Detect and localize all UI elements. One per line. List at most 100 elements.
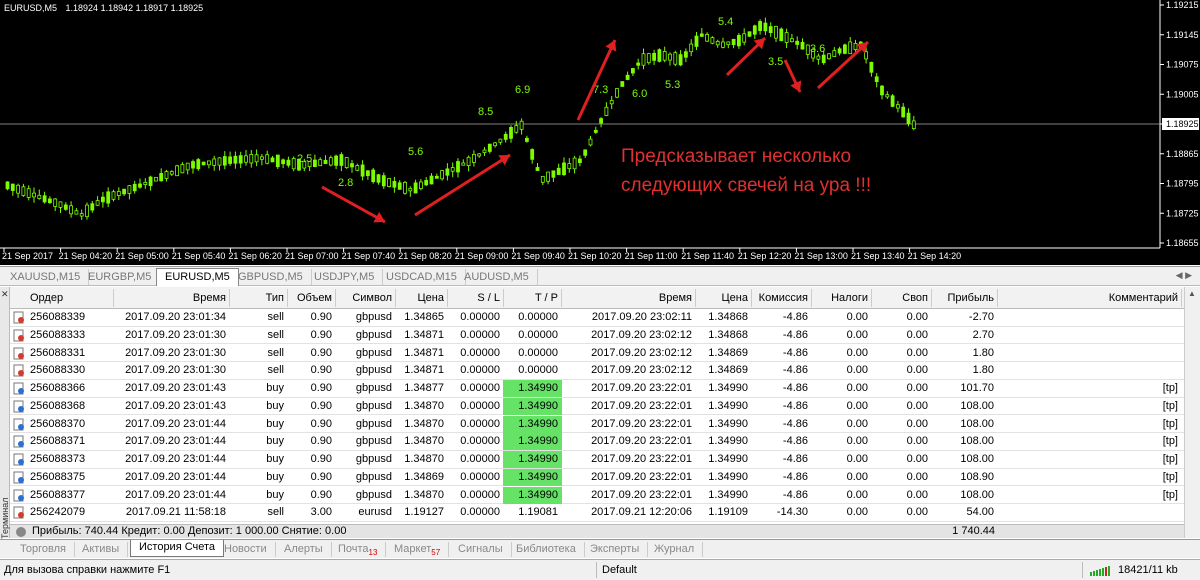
table-row[interactable]: 256088333 2017.09.20 23:01:30 sell 0.90 gbpu… [10, 326, 1184, 345]
column-header-symbol[interactable]: Символ [336, 292, 392, 304]
terminal-tab[interactable]: Маркет57 [386, 542, 450, 557]
candle [286, 156, 291, 168]
column-header-profit[interactable]: Прибыль [932, 292, 994, 304]
candle-body [244, 155, 248, 163]
cell-price: 1.34871 [404, 346, 444, 359]
chart-canvas[interactable]: 1.19215 1.19145 1.19075 1.19005 1.18925 1.188… [0, 0, 1200, 265]
candle [848, 37, 853, 55]
candle [53, 198, 58, 212]
chart-tab[interactable]: GBPUSD,M5 [230, 269, 312, 285]
candle [525, 135, 529, 143]
column-header-close-time[interactable]: Время [570, 292, 692, 304]
terminal-tab[interactable]: История Счета [130, 540, 225, 557]
cell-symbol: gbpusd [355, 364, 392, 377]
column-header-tp[interactable]: T / P [504, 292, 558, 304]
terminal-tab[interactable]: Библиотека [508, 542, 585, 557]
candle-body [26, 188, 31, 198]
table-row[interactable]: 256242079 2017.09.21 11:58:18 sell 3.00 euru… [10, 504, 1184, 522]
vertical-scrollbar[interactable]: ▲ [1184, 287, 1200, 538]
terminal-tab[interactable]: Торговля [12, 542, 75, 557]
buy-order-icon [13, 489, 24, 501]
candle [466, 155, 471, 172]
table-row[interactable]: 256088370 2017.09.20 23:01:44 buy 0.90 gbpus… [10, 415, 1184, 434]
table-row[interactable]: 256088330 2017.09.20 23:01:30 sell 0.90 gbpu… [10, 362, 1184, 380]
column-header-sl[interactable]: S / L [448, 292, 500, 304]
candle [758, 19, 762, 35]
candle [726, 41, 731, 49]
terminal-tab-label: Активы [82, 543, 120, 555]
close-icon[interactable]: ✕ [1, 289, 9, 300]
column-header-commission[interactable]: Комиссия [752, 292, 808, 304]
table-row[interactable]: 256088373 2017.09.20 23:01:44 buy 0.90 gbpus… [10, 451, 1184, 469]
candle-body [387, 178, 392, 187]
table-row[interactable]: 256088375 2017.09.20 23:01:44 buy 0.90 gbpus… [10, 468, 1184, 487]
column-header-comment[interactable]: Комментарий [1010, 292, 1178, 304]
chart-tab[interactable]: XAUUSD,M15 [2, 269, 90, 285]
time-label: 21 Sep 07:00 [285, 251, 339, 261]
table-row[interactable]: 256088368 2017.09.20 23:01:43 buy 0.90 gbpus… [10, 397, 1184, 416]
candle [874, 72, 879, 88]
chart-tab[interactable]: EURGBP,M5 [80, 269, 161, 285]
terminal-tab[interactable]: Эксперты [582, 542, 649, 557]
candle [74, 208, 79, 215]
candle [509, 125, 513, 143]
table-row[interactable]: 256088339 2017.09.20 23:01:34 sell 0.90 gbpu… [10, 309, 1184, 327]
status-profile: Default [602, 564, 637, 576]
cell-comment: [tp] [1162, 453, 1178, 465]
candle-body [32, 192, 36, 198]
column-header-swap[interactable]: Своп [872, 292, 928, 304]
column-divider[interactable] [229, 289, 230, 307]
column-divider[interactable] [113, 289, 114, 307]
tab-scroll-icon[interactable]: ◀ ▶ [1176, 270, 1192, 281]
table-row[interactable]: 256088377 2017.09.20 23:01:44 buy 0.90 gbpus… [10, 486, 1184, 505]
candle [752, 24, 757, 39]
cell-close-time: 2017.09.20 23:22:01 [591, 417, 692, 430]
terminal-tab[interactable]: Активы [74, 542, 129, 557]
cell-sl: 0.00000 [460, 506, 500, 519]
candle-body [609, 100, 614, 105]
candle-body [148, 176, 153, 187]
chart-tab[interactable]: AUDUSD,M5 [456, 269, 538, 285]
column-header-volume[interactable]: Объем [286, 292, 332, 304]
terminal-tab[interactable]: Алерты [276, 542, 332, 557]
cell-commission: -4.86 [782, 346, 808, 359]
candle-body [339, 154, 344, 166]
candle-body [53, 198, 58, 207]
table-row[interactable]: 256088366 2017.09.20 23:01:43 buy 0.90 gbpus… [10, 380, 1184, 398]
column-divider[interactable] [997, 289, 998, 307]
chart-tab[interactable]: EURUSD,M5 [156, 268, 239, 286]
table-row[interactable]: 256088371 2017.09.20 23:01:44 buy 0.90 gbpus… [10, 433, 1184, 451]
terminal-tab[interactable]: Журнал [646, 542, 704, 557]
column-header-open-time[interactable]: Время [120, 292, 226, 304]
candle [63, 202, 68, 211]
column-divider[interactable] [561, 289, 562, 307]
terminal-tab[interactable]: Почта13 [330, 542, 387, 557]
candle-body [800, 41, 805, 50]
column-divider[interactable] [1181, 289, 1182, 307]
table-row[interactable]: 256088331 2017.09.20 23:01:30 sell 0.90 gbpu… [10, 345, 1184, 363]
cell-tp: 0.00000 [518, 311, 558, 323]
candle [350, 160, 354, 173]
candle [79, 209, 84, 220]
column-header-taxes[interactable]: Налоги [812, 292, 868, 304]
price-chart[interactable]: 1.19215 1.19145 1.19075 1.19005 1.18925 1.188… [0, 0, 1200, 265]
candle [323, 155, 328, 165]
column-header-order[interactable]: Ордер [30, 292, 110, 304]
column-header-type[interactable]: Тип [236, 292, 284, 304]
candle-body [48, 198, 52, 204]
cell-close-price: 1.34868 [708, 311, 748, 323]
chart-tab[interactable]: USDCAD,M15 [378, 269, 466, 285]
cell-comment: [tp] [1162, 382, 1178, 394]
scroll-up-icon[interactable]: ▲ [1188, 289, 1196, 298]
column-header-close-price[interactable]: Цена [696, 292, 748, 304]
column-header-price[interactable]: Цена [396, 292, 444, 304]
sell-order-icon [13, 506, 24, 519]
candle-body [69, 205, 73, 215]
cell-taxes: 0.00 [846, 417, 868, 430]
cell-open-time: 2017.09.20 23:01:43 [125, 399, 226, 412]
chart-tab[interactable]: USDJPY,M5 [306, 269, 384, 285]
cell-close-time: 2017.09.20 23:22:01 [591, 453, 692, 465]
terminal-tab[interactable]: Сигналы [450, 542, 512, 557]
summary-text: Прибыль: 740.44 Кредит: 0.00 Депозит: 1 … [32, 525, 347, 537]
terminal-tab[interactable]: Новости [216, 542, 276, 557]
